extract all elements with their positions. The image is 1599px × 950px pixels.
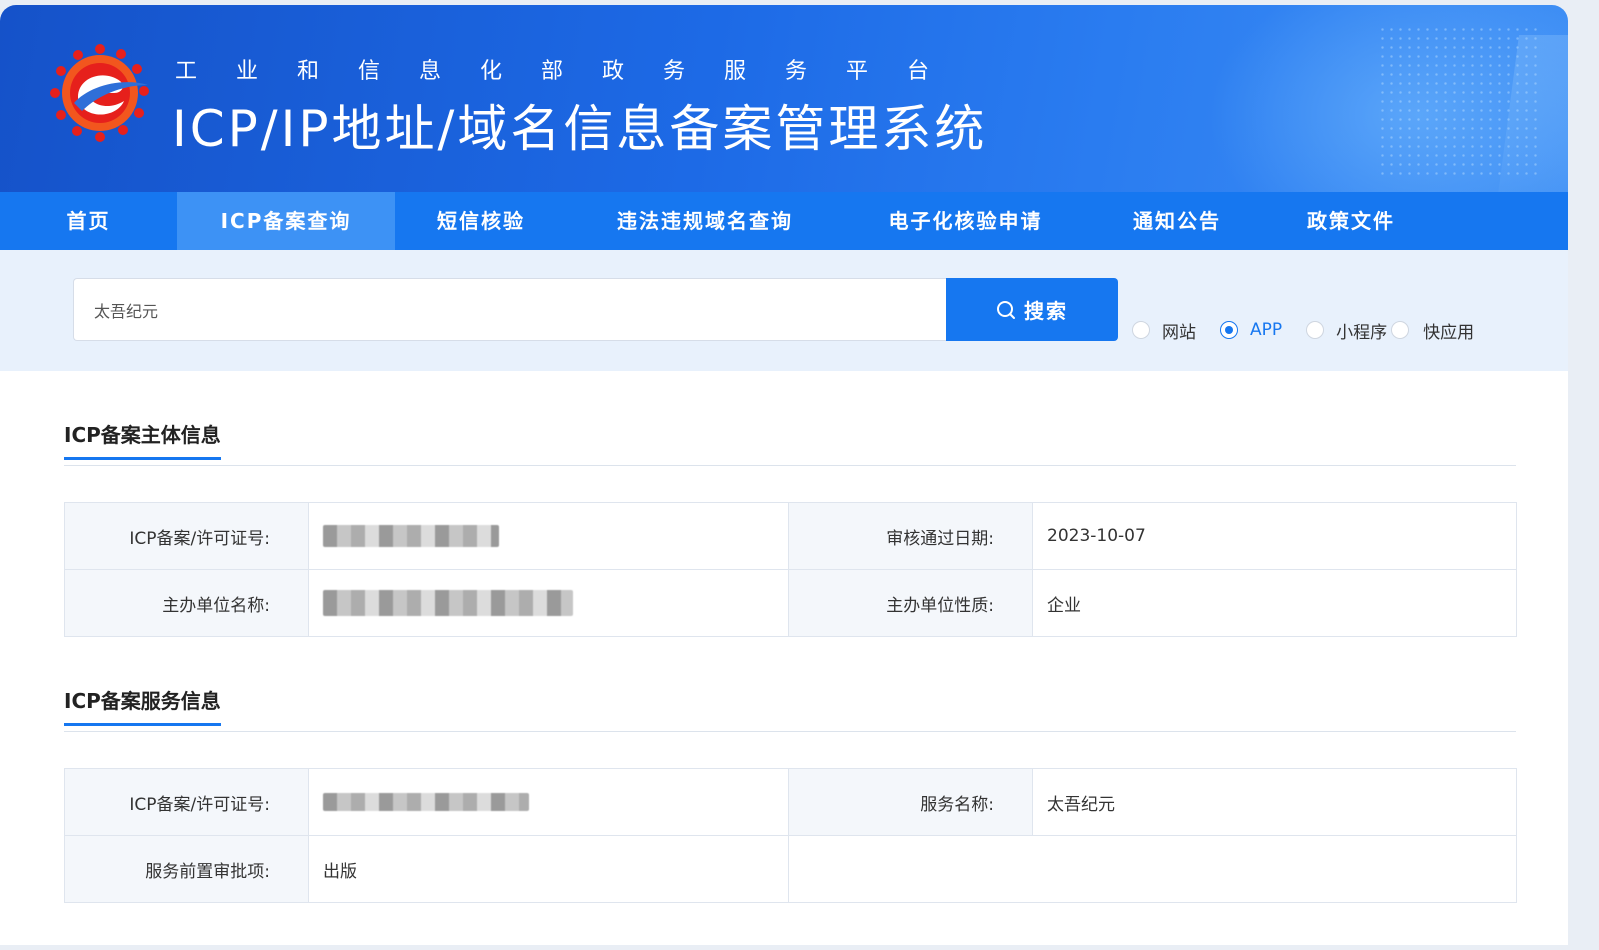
nav-policy-docs[interactable]: 政策文件: [1266, 192, 1436, 250]
nav-notices[interactable]: 通知公告: [1088, 192, 1266, 250]
field-value-redacted: [308, 569, 789, 637]
radio-circle[interactable]: [1132, 321, 1150, 339]
field-label: 主办单位名称:: [64, 569, 309, 637]
system-title: ICP/IP地址/域名信息备案管理系统: [172, 100, 988, 158]
field-value-redacted: [308, 502, 789, 570]
field-value-redacted: [308, 768, 789, 836]
nav-sms-verify[interactable]: 短信核验: [395, 192, 567, 250]
section-title-text: ICP备案主体信息: [64, 423, 221, 447]
section-title-text: ICP备案服务信息: [64, 689, 221, 713]
main-nav: 首页 ICP备案查询 短信核验 违法违规域名查询 电子化核验申请 通知公告 政策…: [0, 192, 1568, 250]
section-divider: [64, 465, 1516, 466]
field-label: 服务前置审批项:: [64, 835, 309, 903]
field-label: 审核通过日期:: [788, 502, 1033, 570]
miit-logo-icon: [48, 41, 152, 145]
field-value: 企业: [1032, 569, 1517, 637]
radio-label: APP: [1250, 320, 1283, 340]
nav-icp-query[interactable]: ICP备案查询: [177, 192, 395, 250]
field-value: 2023-10-07: [1032, 502, 1517, 570]
empty-cell: [788, 835, 1517, 903]
header-banner: 工业和信息化部政务服务平台 ICP/IP地址/域名信息备案管理系统: [0, 5, 1568, 192]
field-label: ICP备案/许可证号:: [64, 502, 309, 570]
radio-label: 网站: [1162, 322, 1196, 343]
page: 工业和信息化部政务服务平台 ICP/IP地址/域名信息备案管理系统 首页 ICP…: [0, 5, 1568, 945]
radio-app[interactable]: APP: [1220, 320, 1282, 340]
table-row: 服务前置审批项: 出版: [64, 835, 1517, 903]
search-type-radio-group: 网站 APP 小程序 快应用: [1132, 318, 1474, 343]
nav-electronic-verify[interactable]: 电子化核验申请: [843, 192, 1088, 250]
table-row: ICP备案/许可证号: 审核通过日期: 2023-10-07: [64, 502, 1517, 570]
radio-website[interactable]: 网站: [1132, 318, 1196, 343]
section-title-service: ICP备案服务信息: [64, 685, 221, 726]
search-icon: [996, 300, 1016, 320]
redacted-mosaic: [323, 590, 573, 616]
search-button[interactable]: 搜索: [946, 278, 1118, 341]
section-title-underline: [64, 723, 221, 726]
field-label: 服务名称:: [788, 768, 1033, 836]
radio-mini-program[interactable]: 小程序: [1306, 318, 1387, 343]
field-value: 出版: [308, 835, 789, 903]
section-divider: [64, 731, 1516, 732]
field-label: ICP备案/许可证号:: [64, 768, 309, 836]
subject-info-table: ICP备案/许可证号: 审核通过日期: 2023-10-07 主办单位名称: 主…: [64, 502, 1517, 637]
radio-circle[interactable]: [1391, 321, 1410, 339]
section-title-subject: ICP备案主体信息: [64, 419, 221, 460]
radio-circle[interactable]: [1306, 321, 1325, 339]
search-input[interactable]: [73, 278, 947, 341]
radio-label: 快应用: [1423, 322, 1475, 343]
nav-illegal-domain-query[interactable]: 违法违规域名查询: [567, 192, 843, 250]
redacted-mosaic: [323, 793, 529, 811]
platform-subtitle: 工业和信息化部政务服务平台: [175, 59, 969, 84]
radio-quick-app[interactable]: 快应用: [1391, 318, 1474, 343]
field-value: 太吾纪元: [1032, 768, 1517, 836]
section-title-underline: [64, 457, 221, 460]
nav-home[interactable]: 首页: [0, 192, 177, 250]
search-button-label: 搜索: [1024, 299, 1068, 323]
table-row: ICP备案/许可证号: 服务名称: 太吾纪元: [64, 768, 1517, 836]
service-info-table: ICP备案/许可证号: 服务名称: 太吾纪元 服务前置审批项: 出版: [64, 768, 1517, 903]
radio-circle-selected[interactable]: [1220, 321, 1238, 339]
redacted-mosaic: [323, 525, 499, 547]
field-label: 主办单位性质:: [788, 569, 1033, 637]
radio-label: 小程序: [1336, 322, 1388, 343]
search-area: 搜索 网站 APP 小程序 快应用: [0, 250, 1568, 371]
table-row: 主办单位名称: 主办单位性质: 企业: [64, 569, 1517, 637]
